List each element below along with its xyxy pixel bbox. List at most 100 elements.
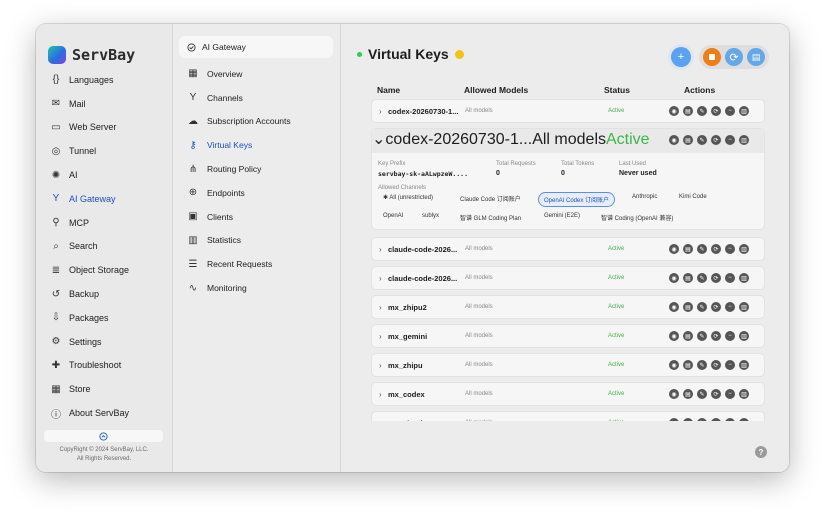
sidebar-item-ai[interactable]: ✺ AI: [46, 163, 166, 187]
channel-chip[interactable]: OpenAI Codex 订阅账户: [538, 192, 616, 207]
sidebar-item-settings[interactable]: ⚙ Settings: [46, 330, 166, 354]
delete-button[interactable]: ▥: [739, 302, 749, 312]
view-button[interactable]: ◉: [669, 360, 679, 370]
sidebar-item-mcp[interactable]: ⚲ MCP: [46, 211, 166, 235]
subnav-item-endpoints[interactable]: ⊕ Endpoints: [187, 181, 337, 205]
chevron-right-icon[interactable]: ›: [379, 419, 382, 421]
subnav-item-subscription-accounts[interactable]: ☁ Subscription Accounts: [187, 110, 337, 134]
disable-button[interactable]: −: [725, 273, 735, 283]
delete-button[interactable]: ▥: [739, 331, 749, 341]
sidebar-item-tunnel[interactable]: ◎ Tunnel: [46, 139, 166, 163]
rotate-button[interactable]: ⟳: [711, 135, 721, 145]
rotate-button[interactable]: ⟳: [711, 106, 721, 116]
chevron-right-icon[interactable]: ›: [379, 274, 382, 283]
edit-button[interactable]: ✎: [697, 331, 707, 341]
channel-chip[interactable]: OpenAI: [378, 211, 408, 221]
delete-button[interactable]: ▥: [739, 244, 749, 254]
copy-button[interactable]: ▤: [683, 418, 693, 421]
edit-button[interactable]: ✎: [697, 135, 707, 145]
copy-button[interactable]: ▤: [683, 389, 693, 399]
sidebar-item-troubleshoot[interactable]: ✚ Troubleshoot: [46, 354, 166, 378]
table-row-expanded[interactable]: ⌄codex-20260730-1...All modelsActive ◉ ▤ ✎ ⟳…: [371, 128, 765, 230]
view-button[interactable]: ◉: [669, 106, 679, 116]
sidebar-item-search[interactable]: ⌕ Search: [46, 235, 166, 259]
channel-chip[interactable]: Anthropic: [627, 192, 662, 202]
delete-button[interactable]: ▥: [739, 418, 749, 421]
subnav-item-recent-requests[interactable]: ☰ Recent Requests: [187, 252, 337, 276]
rotate-button[interactable]: ⟳: [711, 418, 721, 421]
help-button[interactable]: ?: [755, 446, 767, 458]
rotate-button[interactable]: ⟳: [711, 302, 721, 312]
disable-button[interactable]: −: [725, 106, 735, 116]
edit-button[interactable]: ✎: [697, 106, 707, 116]
view-button[interactable]: ◉: [669, 331, 679, 341]
delete-button[interactable]: ▥: [739, 389, 749, 399]
table-row[interactable]: › mx_zhipu2 All models Active ◉ ▤ ✎ ⟳ − ▥: [371, 295, 765, 319]
table-row[interactable]: › claude-code-2026... All models Active ◉ ▤ ✎ ⟳…: [371, 266, 765, 290]
edit-button[interactable]: ✎: [697, 244, 707, 254]
sidebar-item-packages[interactable]: ⇩ Packages: [46, 306, 166, 330]
channel-chip[interactable]: 智谱 GLM Coding Plan: [455, 211, 526, 224]
copy-button[interactable]: ▤: [683, 331, 693, 341]
chevron-right-icon[interactable]: ›: [379, 107, 382, 116]
rotate-button[interactable]: ⟳: [711, 244, 721, 254]
rotate-button[interactable]: ⟳: [711, 360, 721, 370]
edit-button[interactable]: ✎: [697, 302, 707, 312]
subnav-item-statistics[interactable]: ▥ Statistics: [187, 229, 337, 253]
view-button[interactable]: ◉: [669, 389, 679, 399]
add-key-button[interactable]: +: [668, 44, 694, 70]
copy-button[interactable]: ▤: [683, 244, 693, 254]
edit-button[interactable]: ✎: [697, 273, 707, 283]
channel-chip[interactable]: Kimi Code: [674, 192, 712, 202]
chevron-right-icon[interactable]: ›: [379, 303, 382, 312]
view-button[interactable]: ◉: [669, 302, 679, 312]
section-header[interactable]: AI Gateway: [179, 36, 333, 58]
rotate-button[interactable]: ⟳: [711, 389, 721, 399]
sidebar-item-object-storage[interactable]: ≣ Object Storage: [46, 258, 166, 282]
table-row[interactable]: › mx_gemini All models Active ◉ ▤ ✎ ⟳ − ▥: [371, 324, 765, 348]
sidebar-item-ai-gateway[interactable]: Y AI Gateway: [46, 187, 177, 211]
channel-chip[interactable]: Claude Code 订阅账户: [455, 192, 526, 205]
delete-button[interactable]: ▥: [739, 360, 749, 370]
table-row[interactable]: › codex-20260730-1... All models Active ◉ ▤ ✎ ⟳…: [371, 99, 765, 123]
logs-button[interactable]: ▤: [747, 48, 765, 66]
view-button[interactable]: ◉: [669, 273, 679, 283]
copy-button[interactable]: ▤: [683, 302, 693, 312]
subnav-item-virtual-keys[interactable]: ⚷ Virtual Keys: [187, 133, 352, 157]
delete-button[interactable]: ▥: [739, 135, 749, 145]
table-row[interactable]: › mx_codex All models Active ◉ ▤ ✎ ⟳ − ▥: [371, 382, 765, 406]
chevron-right-icon[interactable]: ›: [379, 245, 382, 254]
subnav-item-routing-policy[interactable]: ⋔ Routing Policy: [187, 157, 337, 181]
disable-button[interactable]: −: [725, 135, 735, 145]
sidebar-item-mail[interactable]: ✉ Mail: [46, 92, 166, 116]
subnav-item-channels[interactable]: Y Channels: [187, 86, 337, 110]
collapse-sidebar-button[interactable]: [44, 430, 163, 442]
delete-button[interactable]: ▥: [739, 106, 749, 116]
rotate-button[interactable]: ⟳: [711, 273, 721, 283]
sidebar-item-backup[interactable]: ↺ Backup: [46, 282, 166, 306]
sidebar-item-store[interactable]: ▦ Store: [46, 377, 166, 401]
edit-button[interactable]: ✎: [697, 389, 707, 399]
sidebar-item-about-servbay[interactable]: ⓘ About ServBay: [46, 401, 166, 425]
sidebar-item-languages[interactable]: {} Languages: [46, 68, 166, 92]
expanded-row-header[interactable]: ⌄codex-20260730-1...All modelsActive ◉ ▤ ✎ ⟳…: [372, 129, 764, 153]
subnav-item-clients[interactable]: ▣ Clients: [187, 205, 337, 229]
edit-button[interactable]: ✎: [697, 360, 707, 370]
channel-chip[interactable]: ✱ All (unrestricted): [378, 192, 438, 203]
restart-button[interactable]: ⟳: [725, 48, 743, 66]
chevron-right-icon[interactable]: ›: [379, 361, 382, 370]
chevron-right-icon[interactable]: ›: [379, 332, 382, 341]
disable-button[interactable]: −: [725, 389, 735, 399]
disable-button[interactable]: −: [725, 302, 735, 312]
view-button[interactable]: ◉: [669, 418, 679, 421]
stop-button[interactable]: [703, 48, 721, 66]
table-row[interactable]: › mx_claude All models Active ◉ ▤ ✎ ⟳ − ▥: [371, 411, 765, 421]
disable-button[interactable]: −: [725, 331, 735, 341]
table-row[interactable]: › claude-code-2026... All models Active ◉ ▤ ✎ ⟳…: [371, 237, 765, 261]
channel-chip[interactable]: Gemini (E2E): [539, 211, 585, 221]
subnav-item-overview[interactable]: ▦ Overview: [187, 62, 337, 86]
copy-button[interactable]: ▤: [683, 273, 693, 283]
disable-button[interactable]: −: [725, 360, 735, 370]
copy-button[interactable]: ▤: [683, 106, 693, 116]
rotate-button[interactable]: ⟳: [711, 331, 721, 341]
